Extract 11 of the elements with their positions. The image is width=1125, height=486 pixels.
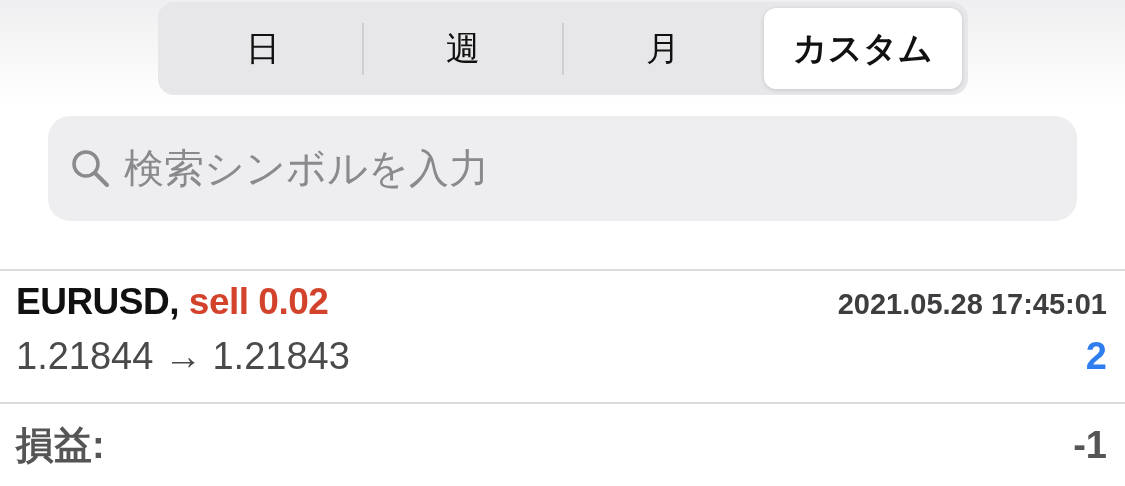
- profit-label: 損益:: [16, 422, 105, 468]
- search-field[interactable]: 検索シンボルを入力: [48, 116, 1077, 221]
- profit-value: -1: [1073, 423, 1107, 467]
- period-tab[interactable]: 週: [363, 8, 562, 89]
- deal-prices: 1.21844 → 1.21843: [16, 335, 350, 378]
- period-tab[interactable]: カスタム: [763, 8, 962, 89]
- period-tab[interactable]: 日: [163, 8, 362, 89]
- deal-count: 2: [1085, 335, 1107, 378]
- deal-title: EURUSD, sell 0.02: [16, 281, 329, 323]
- deal-time: 2021.05.28 17:45:01: [837, 288, 1107, 321]
- period-tab[interactable]: 月: [563, 8, 762, 89]
